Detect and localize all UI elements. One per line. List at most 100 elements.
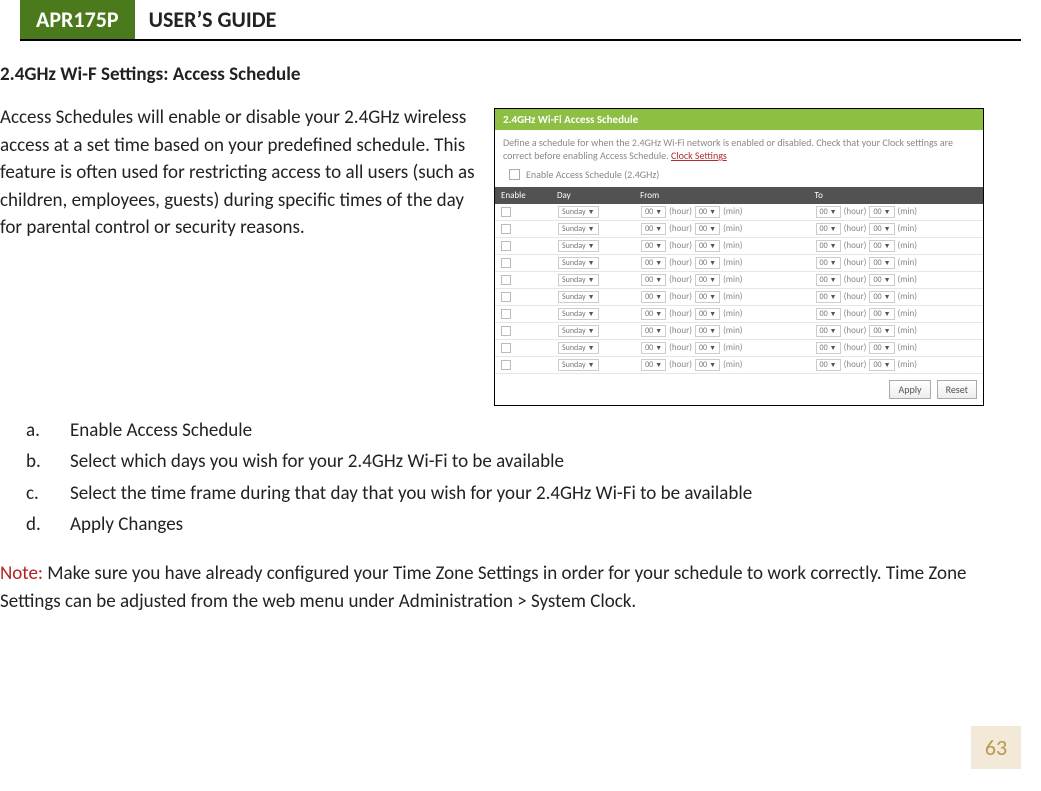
- minute-select[interactable]: 00▼: [869, 359, 894, 371]
- table-row: Sunday▼00▼ (hour) 00▼ (min)00▼ (hour) 00…: [495, 306, 983, 323]
- hour-select[interactable]: 00▼: [816, 359, 841, 371]
- table-row: Sunday▼00▼ (hour) 00▼ (min)00▼ (hour) 00…: [495, 340, 983, 357]
- step-text: Select which days you wish for your 2.4G…: [70, 447, 1021, 476]
- day-select[interactable]: Sunday▼: [558, 308, 599, 320]
- minute-select[interactable]: 00▼: [695, 359, 720, 371]
- step-item: b. Select which days you wish for your 2.…: [0, 447, 1021, 476]
- hour-select[interactable]: 00▼: [641, 240, 666, 252]
- col-enable: Enable: [495, 187, 551, 204]
- table-row: Sunday▼00▼ (hour) 00▼ (min)00▼ (hour) 00…: [495, 272, 983, 289]
- minute-select[interactable]: 00▼: [695, 223, 720, 235]
- hour-select[interactable]: 00▼: [816, 291, 841, 303]
- col-from: From: [634, 187, 808, 204]
- minute-select[interactable]: 00▼: [869, 274, 894, 286]
- minute-select[interactable]: 00▼: [869, 206, 894, 218]
- hour-select[interactable]: 00▼: [816, 342, 841, 354]
- table-row: Sunday▼00▼ (hour) 00▼ (min)00▼ (hour) 00…: [495, 357, 983, 374]
- table-row: Sunday▼00▼ (hour) 00▼ (min)00▼ (hour) 00…: [495, 255, 983, 272]
- hour-select[interactable]: 00▼: [641, 291, 666, 303]
- day-select[interactable]: Sunday▼: [558, 257, 599, 269]
- steps-list: a.Enable Access Scheduleb. Select which d…: [0, 416, 1021, 542]
- minute-select[interactable]: 00▼: [695, 240, 720, 252]
- apply-button[interactable]: Apply: [889, 380, 930, 399]
- hour-select[interactable]: 00▼: [641, 325, 666, 337]
- hour-select[interactable]: 00▼: [816, 274, 841, 286]
- page-number: 63: [971, 726, 1021, 769]
- minute-select[interactable]: 00▼: [695, 342, 720, 354]
- row-enable-checkbox[interactable]: [501, 292, 511, 302]
- minute-select[interactable]: 00▼: [869, 223, 894, 235]
- hour-select[interactable]: 00▼: [641, 274, 666, 286]
- minute-select[interactable]: 00▼: [695, 257, 720, 269]
- enable-schedule-label: Enable Access Schedule (2.4GHz): [526, 168, 659, 181]
- figure-description: Define a schedule for when the 2.4GHz Wi…: [495, 130, 983, 166]
- hour-select[interactable]: 00▼: [816, 240, 841, 252]
- clock-settings-link[interactable]: Clock Settings: [671, 149, 727, 162]
- hour-select[interactable]: 00▼: [641, 223, 666, 235]
- row-enable-checkbox[interactable]: [501, 224, 511, 234]
- step-marker: a.: [0, 416, 48, 445]
- minute-select[interactable]: 00▼: [695, 274, 720, 286]
- day-select[interactable]: Sunday▼: [558, 325, 599, 337]
- figure-panel-title: 2.4GHz Wi-Fi Access Schedule: [495, 109, 983, 130]
- intro-paragraph: Access Schedules will enable or disable …: [0, 104, 480, 242]
- row-enable-checkbox[interactable]: [501, 343, 511, 353]
- doc-title: USER’S GUIDE: [135, 0, 291, 39]
- hour-select[interactable]: 00▼: [816, 257, 841, 269]
- schedule-table: Enable Day From To Sunday▼00▼ (hour) 00▼…: [495, 187, 983, 374]
- row-enable-checkbox[interactable]: [501, 326, 511, 336]
- day-select[interactable]: Sunday▼: [558, 291, 599, 303]
- screenshot-figure: 2.4GHz Wi-Fi Access Schedule Define a sc…: [494, 108, 984, 406]
- day-select[interactable]: Sunday▼: [558, 240, 599, 252]
- table-row: Sunday▼00▼ (hour) 00▼ (min)00▼ (hour) 00…: [495, 323, 983, 340]
- day-select[interactable]: Sunday▼: [558, 359, 599, 371]
- minute-select[interactable]: 00▼: [695, 206, 720, 218]
- minute-select[interactable]: 00▼: [869, 342, 894, 354]
- reset-button[interactable]: Reset: [937, 380, 977, 399]
- minute-select[interactable]: 00▼: [695, 325, 720, 337]
- step-item: d. Apply Changes: [0, 510, 1021, 539]
- model-badge: APR175P: [20, 0, 135, 39]
- enable-schedule-checkbox[interactable]: [509, 169, 520, 180]
- table-row: Sunday▼00▼ (hour) 00▼ (min)00▼ (hour) 00…: [495, 289, 983, 306]
- step-item: a.Enable Access Schedule: [0, 416, 1021, 445]
- minute-select[interactable]: 00▼: [869, 308, 894, 320]
- note-paragraph: Note: Make sure you have already configu…: [0, 560, 1021, 617]
- day-select[interactable]: Sunday▼: [558, 274, 599, 286]
- row-enable-checkbox[interactable]: [501, 241, 511, 251]
- note-label: Note:: [0, 562, 43, 585]
- step-marker: b.: [0, 447, 48, 476]
- row-enable-checkbox[interactable]: [501, 258, 511, 268]
- enable-schedule-checkbox-row: Enable Access Schedule (2.4GHz): [495, 166, 983, 187]
- row-enable-checkbox[interactable]: [501, 275, 511, 285]
- row-enable-checkbox[interactable]: [501, 309, 511, 319]
- hour-select[interactable]: 00▼: [816, 308, 841, 320]
- minute-select[interactable]: 00▼: [869, 325, 894, 337]
- hour-select[interactable]: 00▼: [641, 342, 666, 354]
- row-enable-checkbox[interactable]: [501, 360, 511, 370]
- hour-select[interactable]: 00▼: [641, 308, 666, 320]
- hour-select[interactable]: 00▼: [816, 223, 841, 235]
- day-select[interactable]: Sunday▼: [558, 223, 599, 235]
- step-item: c.Select the time frame during that day …: [0, 479, 1021, 508]
- hour-select[interactable]: 00▼: [816, 206, 841, 218]
- row-enable-checkbox[interactable]: [501, 207, 511, 217]
- minute-select[interactable]: 00▼: [695, 308, 720, 320]
- minute-select[interactable]: 00▼: [869, 257, 894, 269]
- minute-select[interactable]: 00▼: [869, 240, 894, 252]
- step-marker: c.: [0, 479, 48, 508]
- hour-select[interactable]: 00▼: [641, 257, 666, 269]
- minute-select[interactable]: 00▼: [869, 291, 894, 303]
- hour-select[interactable]: 00▼: [641, 359, 666, 371]
- note-text: Make sure you have already configured yo…: [0, 562, 967, 614]
- section-title: 2.4GHz Wi-F Settings: Access Schedule: [0, 63, 1021, 86]
- table-row: Sunday▼00▼ (hour) 00▼ (min)00▼ (hour) 00…: [495, 221, 983, 238]
- minute-select[interactable]: 00▼: [695, 291, 720, 303]
- day-select[interactable]: Sunday▼: [558, 342, 599, 354]
- step-marker: d.: [0, 510, 48, 539]
- day-select[interactable]: Sunday▼: [558, 206, 599, 218]
- step-text: Apply Changes: [70, 510, 1021, 539]
- hour-select[interactable]: 00▼: [816, 325, 841, 337]
- col-day: Day: [551, 187, 634, 204]
- hour-select[interactable]: 00▼: [641, 206, 666, 218]
